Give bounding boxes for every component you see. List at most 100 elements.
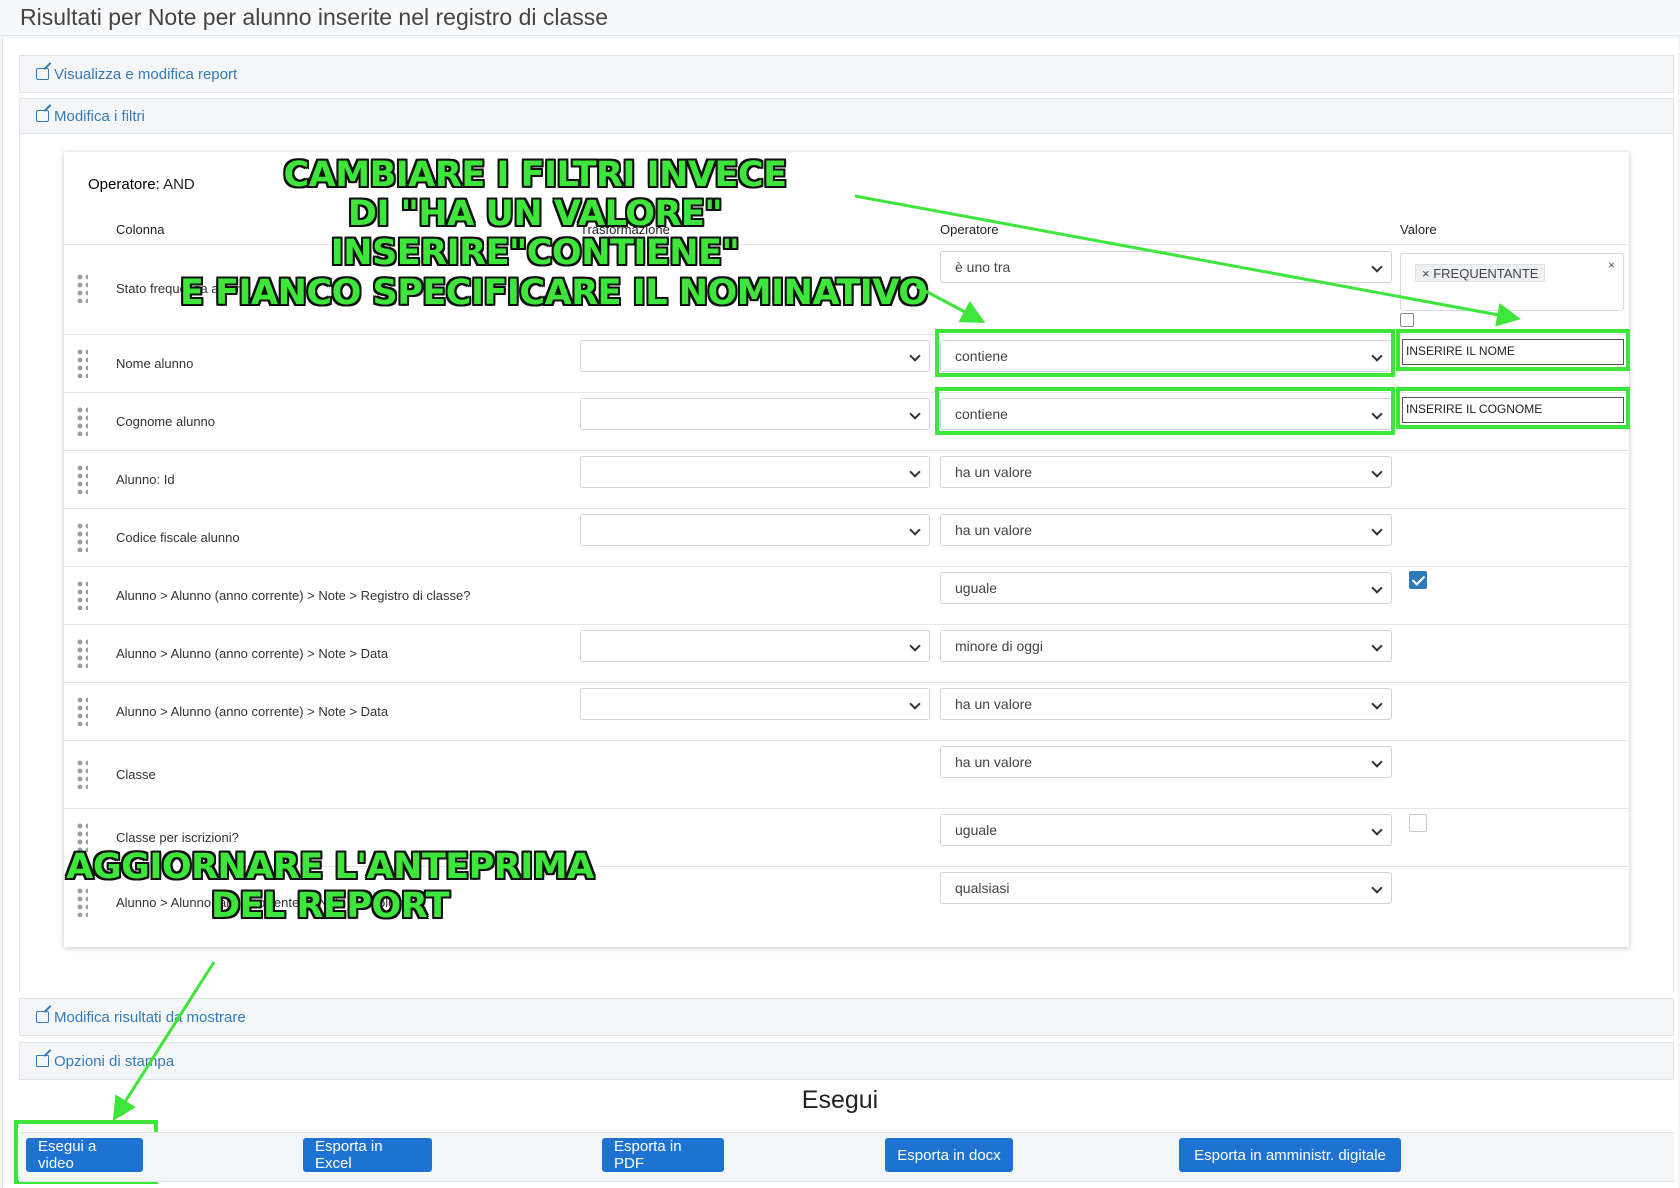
export-docx-button[interactable]: Esporta in docx — [885, 1138, 1013, 1172]
drag-handle-icon[interactable] — [76, 464, 88, 494]
filter-row: Alunno > Alunno (anno corrente) > Note >… — [64, 624, 1629, 682]
operator-select[interactable]: uguale — [940, 572, 1392, 604]
export-excel-button[interactable]: Esporta in Excel — [303, 1138, 432, 1172]
panel-edit-results[interactable]: Modifica risultati da mostrare — [19, 998, 1674, 1036]
operator-select-value: qualsiasi — [955, 880, 1010, 896]
operator-select[interactable]: ha un valore — [940, 456, 1392, 488]
panel-edit-filters[interactable]: Modifica i filtri — [19, 98, 1674, 134]
highlight-box-value-cognome — [1396, 387, 1630, 429]
value-checkbox[interactable] — [1400, 313, 1414, 327]
panel-view-edit-report[interactable]: Visualizza e modifica report — [19, 55, 1674, 93]
chevron-down-icon — [909, 408, 921, 420]
operator-select[interactable]: minore di oggi — [940, 630, 1392, 662]
filter-column-name: Alunno > Alunno (anno corrente) > Note >… — [116, 646, 389, 661]
clear-icon[interactable]: × — [1608, 258, 1615, 272]
filter-column-name: Alunno > Alunno (anno corrente) > Note >… — [116, 704, 389, 719]
panel-view-edit-label: Visualizza e modifica report — [54, 65, 238, 83]
operator-label-text: Operatore: — [88, 176, 160, 193]
operator-select-value: minore di oggi — [955, 638, 1043, 654]
filter-column-name: Classe — [116, 767, 156, 782]
operator-select[interactable]: ha un valore — [940, 688, 1392, 720]
header-column: Colonna — [116, 222, 165, 237]
drag-handle-icon[interactable] — [76, 348, 88, 378]
operator-label: Operatore: AND — [88, 176, 195, 193]
filter-row: Alunno > Alunno (anno corrente) > Note >… — [64, 566, 1629, 624]
export-pdf-button[interactable]: Esporta in PDF — [602, 1138, 724, 1172]
run-section-title: Esegui — [801, 1086, 879, 1114]
value-checkbox-checked[interactable] — [1409, 571, 1427, 589]
highlight-box-operator-nome — [935, 329, 1395, 377]
transform-select[interactable] — [580, 398, 930, 430]
filter-row: Alunno: Id ha un valore — [64, 450, 1629, 508]
filter-column-name: Codice fiscale alunno — [116, 530, 240, 545]
chevron-down-icon — [1371, 582, 1383, 594]
operator-select[interactable]: ha un valore — [940, 514, 1392, 546]
operator-select[interactable]: ha un valore — [940, 746, 1392, 778]
drag-handle-icon[interactable] — [76, 522, 88, 552]
chevron-down-icon — [909, 524, 921, 536]
annotation-line: CAMBIARE I FILTRI INVECE — [283, 155, 787, 195]
operator-select-value: ha un valore — [955, 464, 1033, 480]
drag-handle-icon[interactable] — [76, 273, 88, 303]
operator-select-value: uguale — [955, 580, 998, 596]
print-icon — [36, 1055, 49, 1067]
value-multiselect[interactable]: × FREQUENTANTE × — [1400, 253, 1624, 311]
drag-handle-icon[interactable] — [76, 759, 88, 789]
drag-handle-icon[interactable] — [76, 580, 88, 610]
drag-handle-icon[interactable] — [76, 696, 88, 726]
filter-row: Classe ha un valore — [64, 740, 1629, 808]
operator-select-value: ha un valore — [955, 522, 1033, 538]
transform-select[interactable] — [580, 456, 930, 488]
annotation-line: AGGIORNARE L'ANTEPRIMA — [66, 847, 594, 887]
operator-select-value: ha un valore — [955, 696, 1033, 712]
drag-handle-icon[interactable] — [76, 638, 88, 668]
chevron-down-icon — [909, 466, 921, 478]
highlight-box-operator-cognome — [935, 387, 1395, 435]
chevron-down-icon — [1371, 882, 1383, 894]
operator-select-value: è uno tra — [955, 259, 1011, 275]
annotation-change-filters: CAMBIARE I FILTRI INVECE DI "HA UN VALOR… — [180, 155, 928, 313]
transform-select[interactable] — [580, 688, 930, 720]
panel-print-options[interactable]: Opzioni di stampa — [19, 1042, 1674, 1080]
operator-select[interactable]: uguale — [940, 814, 1392, 846]
operator-select[interactable]: è uno tra — [940, 251, 1392, 283]
transform-select[interactable] — [580, 630, 930, 662]
transform-select[interactable] — [580, 340, 930, 372]
header-value: Valore — [1400, 222, 1437, 237]
chevron-down-icon — [1371, 466, 1383, 478]
annotation-line: DEL REPORT — [211, 886, 449, 927]
value-checkbox[interactable] — [1409, 814, 1427, 832]
page-title: Risultati per Note per alunno inserite n… — [0, 0, 1680, 36]
panel-edit-results-label: Modifica risultati da mostrare — [54, 1008, 246, 1026]
chevron-down-icon — [1371, 524, 1383, 536]
filter-column-name: Cognome alunno — [116, 414, 216, 429]
annotation-line: INSERIRE"CONTIENE" — [330, 233, 740, 274]
operator-select[interactable]: qualsiasi — [940, 872, 1392, 904]
filter-row: Codice fiscale alunno ha un valore — [64, 508, 1629, 566]
edit-icon — [36, 110, 49, 122]
chevron-down-icon — [1371, 824, 1383, 836]
operator-select-value: uguale — [955, 822, 998, 838]
edit-icon — [36, 1011, 49, 1023]
filter-row: Alunno > Alunno (anno corrente) > Note >… — [64, 682, 1629, 740]
run-button-bar — [19, 1132, 1674, 1182]
filter-column-name: Classe per iscrizioni? — [116, 830, 239, 845]
value-tag-label: FREQUENTANTE — [1433, 266, 1539, 281]
annotation-update-preview: AGGIORNARE L'ANTEPRIMA DEL REPORT — [60, 847, 600, 927]
panel-print-options-label: Opzioni di stampa — [54, 1052, 175, 1070]
filter-column-name: Nome alunno — [116, 356, 194, 371]
annotation-line: DI "HA UN VALORE" — [347, 194, 723, 235]
chevron-down-icon — [1371, 698, 1383, 710]
annotation-line: E FIANCO SPECIFICARE IL NOMINATIVO — [180, 272, 928, 313]
value-tag: × FREQUENTANTE — [1415, 264, 1546, 282]
filter-column-name: Alunno > Alunno (anno corrente) > Note >… — [116, 588, 471, 603]
drag-handle-icon[interactable] — [76, 406, 88, 436]
export-digital-admin-button[interactable]: Esporta in amministr. digitale — [1179, 1138, 1401, 1172]
transform-select[interactable] — [580, 514, 930, 546]
tag-remove-icon[interactable]: × — [1422, 266, 1430, 281]
run-on-screen-button[interactable]: Esegui a video — [26, 1138, 143, 1172]
operator-select-value: ha un valore — [955, 754, 1033, 770]
highlight-box-value-nome — [1396, 329, 1630, 371]
edit-icon — [36, 68, 49, 80]
header-operator: Operatore — [940, 222, 999, 237]
